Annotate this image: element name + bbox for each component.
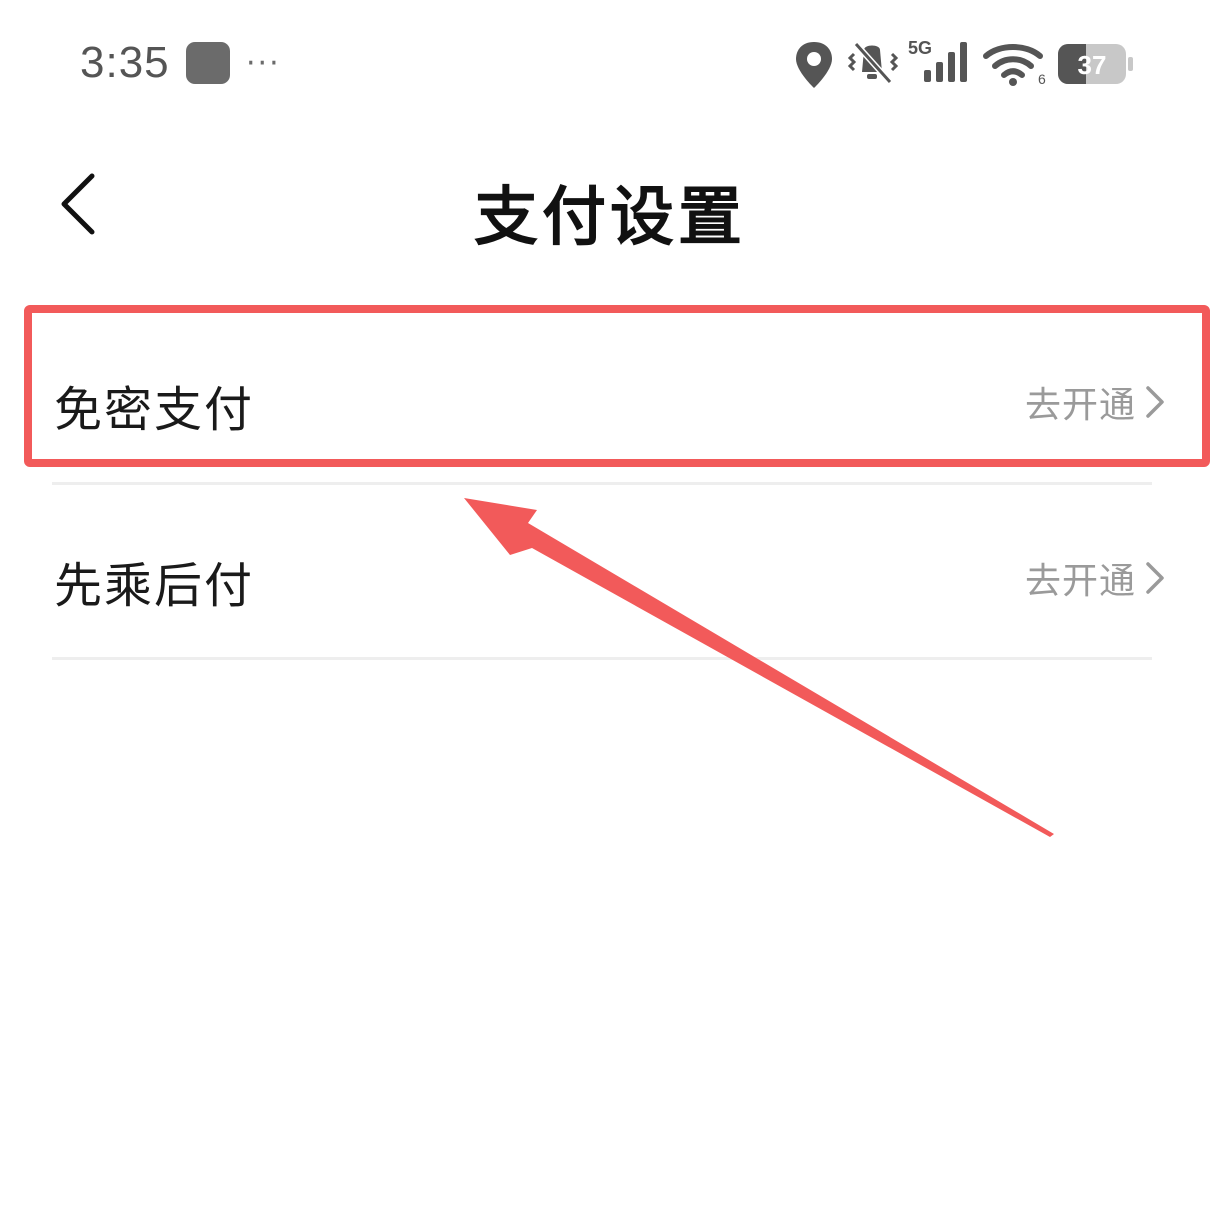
- wifi-icon: [983, 44, 1043, 86]
- setting-item-action-text: 去开通: [1024, 385, 1136, 426]
- setting-item-password-free-pay[interactable]: 免密支付 去开通: [0, 310, 1220, 486]
- wifi-badge: 6: [1038, 71, 1046, 87]
- network-type: 5G: [908, 38, 932, 58]
- setting-item-action[interactable]: 去开通: [1025, 376, 1166, 428]
- setting-item-ride-now-pay-later[interactable]: 先乘后付 去开通: [0, 486, 1220, 662]
- status-time: 3:35: [80, 38, 170, 87]
- chevron-right-icon: [1146, 386, 1164, 418]
- screen: 3:35 ··· 5G 6 37 支付设置 免密支付 去开通 先乘后付 去开通: [0, 0, 1220, 1221]
- setting-item-action[interactable]: 去开通: [1025, 552, 1166, 604]
- battery-icon: 37: [1058, 44, 1133, 84]
- setting-item-label: 先乘后付: [54, 558, 255, 614]
- setting-item-action-text: 去开通: [1024, 561, 1136, 602]
- location-icon: [796, 42, 832, 88]
- divider: [52, 482, 1152, 485]
- page-title: 支付设置: [474, 181, 746, 255]
- app-notification-icon: [186, 42, 230, 84]
- chevron-right-icon: [1146, 562, 1164, 594]
- setting-item-label: 免密支付: [54, 382, 255, 438]
- status-icons: 5G 6 37: [796, 38, 1133, 88]
- vibrate-mute-icon: [847, 41, 899, 85]
- more-notifications-icon: ···: [246, 46, 281, 81]
- divider: [52, 657, 1152, 660]
- battery-level: 37: [1078, 50, 1107, 80]
